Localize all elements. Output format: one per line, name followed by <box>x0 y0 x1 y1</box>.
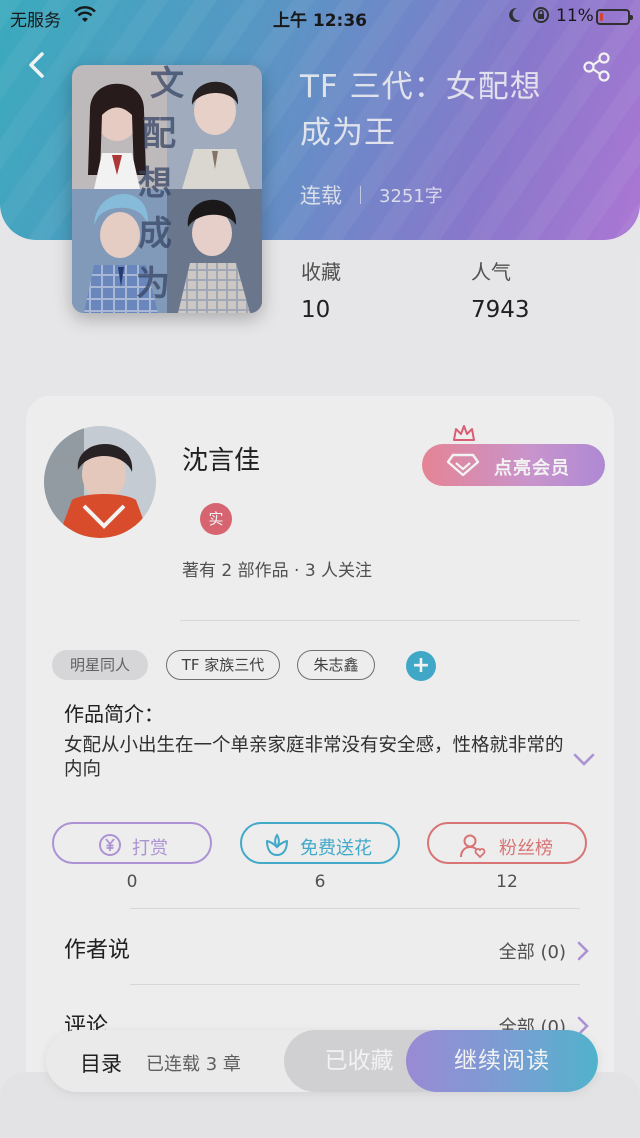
book-title-line-2: 成为王 <box>300 115 396 151</box>
plus-icon: + <box>411 653 431 678</box>
toc-button[interactable]: 目录 <box>80 1048 122 1078</box>
orientation-lock-icon <box>532 6 550 29</box>
svg-text:配: 配 <box>142 114 176 154</box>
svg-text:为: 为 <box>136 264 170 304</box>
popularity-label: 人气 <box>471 260 511 284</box>
yen-coin-icon <box>99 834 121 856</box>
popularity-count: 7943 <box>471 297 530 323</box>
svg-text:成: 成 <box>138 214 172 254</box>
word-count: 3251字 <box>379 186 443 207</box>
book-meta: 连载 3251字 <box>300 180 443 210</box>
diamond-icon <box>446 453 480 477</box>
send-flower-label: 免费送花 <box>300 838 372 859</box>
fan-ranking-label: 粉丝榜 <box>499 838 553 859</box>
vip-button-label: 点亮会员 <box>494 458 570 479</box>
chapter-status: 已连载 3 章 <box>146 1054 241 1075</box>
battery-icon <box>596 9 633 25</box>
author-avatar[interactable] <box>44 426 156 538</box>
flower-icon <box>266 833 288 856</box>
serial-status: 连载 <box>300 184 342 208</box>
back-button[interactable] <box>22 48 52 82</box>
author-says-title: 作者说 <box>64 938 131 963</box>
reward-label: 打赏 <box>132 838 168 859</box>
continue-reading-button[interactable]: 继续阅读 <box>406 1030 598 1092</box>
favorites-stat: 收藏 10 <box>301 256 341 323</box>
book-cover-image: 文 配 想 成 为 <box>72 65 262 313</box>
author-says-link[interactable]: 全部 (0) <box>499 938 590 964</box>
author-says-count: 全部 (0) <box>498 942 566 963</box>
divider <box>130 908 580 909</box>
status-bar: 无服务 上午 12:36 11% <box>0 0 640 34</box>
flower-count: 6 <box>314 872 326 892</box>
author-stats: 著有 2 部作品 · 3 人关注 <box>182 561 373 581</box>
intro-title: 作品简介： <box>64 702 164 726</box>
tag-item[interactable]: TF 家族三代 <box>166 650 280 680</box>
chevron-right-icon <box>577 941 589 961</box>
favorites-label: 收藏 <box>301 260 341 284</box>
intro-text: 女配从小出生在一个单亲家庭非常没有安全感，性格就非常的内向 <box>64 735 564 780</box>
divider <box>180 620 580 621</box>
reward-count: 0 <box>126 872 138 892</box>
tag-item[interactable]: 朱志鑫 <box>297 650 375 680</box>
moon-icon <box>507 6 523 29</box>
tag-item[interactable]: 明星同人 <box>52 650 148 680</box>
fan-count: 12 <box>496 872 518 892</box>
popularity-stat: 人气 7943 <box>471 256 530 323</box>
send-flower-button[interactable]: 免费送花 <box>240 822 400 864</box>
book-title: TF 三代：女配想 成为王 <box>300 64 600 156</box>
book-detail-screen: 无服务 上午 12:36 11% 文 配 想 成 为 TF 三代：女配想 成为王… <box>0 0 640 1138</box>
fan-ranking-button[interactable]: 粉丝榜 <box>427 822 587 864</box>
chevron-left-icon <box>29 52 44 78</box>
reward-button[interactable]: 打赏 <box>52 822 212 864</box>
book-cover[interactable]: 文 配 想 成 为 <box>72 65 262 313</box>
book-title-line-1: TF 三代：女配想 <box>300 69 542 105</box>
crown-icon <box>453 425 475 441</box>
bottom-action-bar: 目录 已连载 3 章 已收藏 继续阅读 <box>46 1030 598 1092</box>
battery-percentage: 11% <box>556 6 594 26</box>
user-heart-icon <box>460 834 486 859</box>
divider <box>130 984 580 985</box>
svg-text:文: 文 <box>150 65 184 104</box>
add-tag-button[interactable]: + <box>406 651 436 681</box>
meta-divider <box>360 186 361 204</box>
svg-text:想: 想 <box>138 164 172 204</box>
battery-level <box>600 13 603 21</box>
avatar-image <box>44 426 156 538</box>
vip-button[interactable]: 点亮会员 <box>422 425 605 486</box>
author-name[interactable]: 沈言佳 <box>182 440 260 477</box>
verified-badge: 实 <box>200 503 232 535</box>
chevron-down-icon[interactable] <box>572 752 596 772</box>
favorites-count: 10 <box>301 297 331 323</box>
